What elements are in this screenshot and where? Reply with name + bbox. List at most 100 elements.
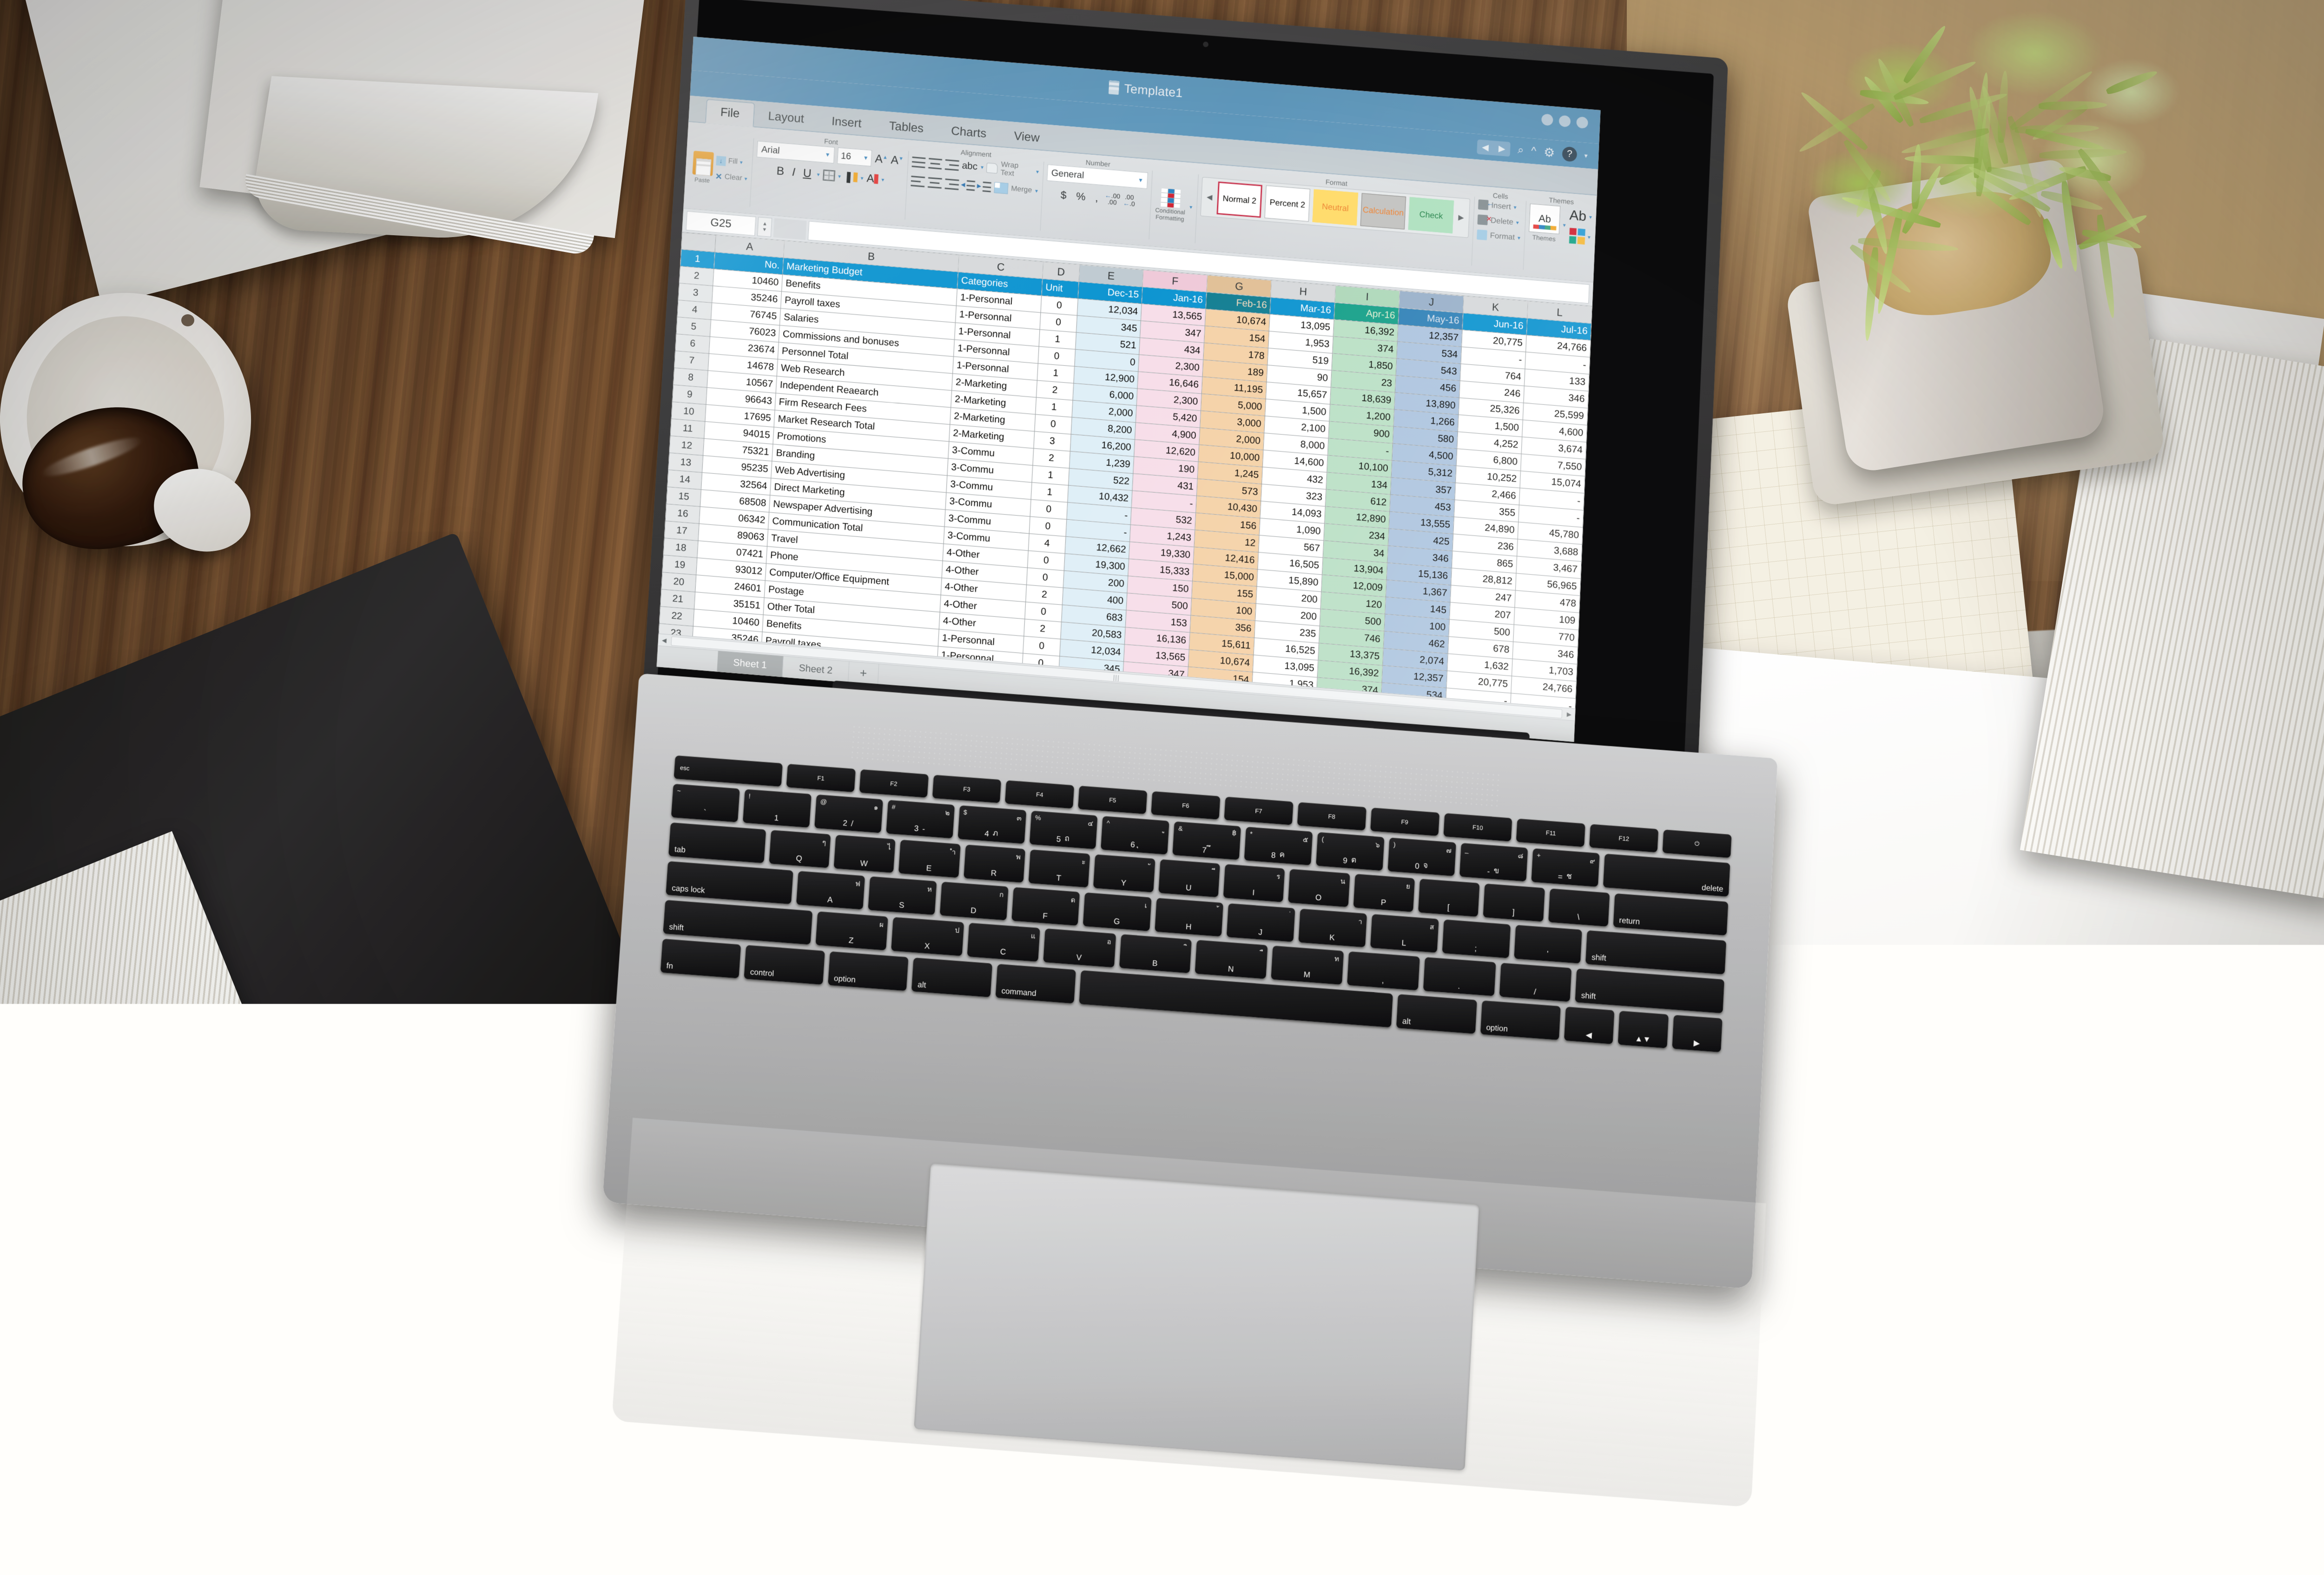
- clear-button[interactable]: ✕ Clear ▾: [715, 172, 747, 184]
- merge-cells-icon[interactable]: [994, 182, 1008, 194]
- increase-indent-button[interactable]: [977, 181, 991, 192]
- cell-D20[interactable]: 0: [1025, 602, 1062, 622]
- key-shift[interactable]: shift: [1575, 968, 1724, 1013]
- key-delete[interactable]: delete: [1603, 854, 1730, 897]
- cell-D2[interactable]: 0: [1041, 296, 1078, 316]
- style-percent-2[interactable]: Percent 2: [1265, 185, 1310, 222]
- key-return[interactable]: return: [1613, 893, 1729, 936]
- chevron-down-icon[interactable]: ▾: [1589, 213, 1592, 220]
- cell-D22[interactable]: 0: [1023, 636, 1060, 656]
- key-4[interactable]: $๓ 4 ภ: [957, 805, 1026, 844]
- cell-D17[interactable]: 0: [1028, 550, 1065, 570]
- chevron-down-icon[interactable]: ▾: [1036, 168, 1039, 175]
- cell-D21[interactable]: 2: [1024, 619, 1061, 639]
- key-f4[interactable]: F4: [1005, 780, 1074, 808]
- cell-D16[interactable]: 4: [1029, 534, 1066, 554]
- align-bottom-button[interactable]: [945, 159, 959, 171]
- window-controls[interactable]: [1541, 113, 1588, 129]
- name-box[interactable]: G25: [686, 211, 756, 236]
- close-button[interactable]: [1576, 116, 1588, 128]
- key-[interactable]: ]: [1483, 884, 1545, 922]
- cell-D11[interactable]: 2: [1033, 448, 1070, 468]
- style-normal-2[interactable]: Normal 2: [1217, 181, 1263, 218]
- number-format-select[interactable]: General ▼: [1047, 165, 1148, 189]
- key-y[interactable]: ั Y: [1093, 854, 1155, 893]
- currency-format-button[interactable]: $: [1057, 188, 1070, 202]
- key-d[interactable]: กD: [940, 882, 1009, 920]
- gear-icon[interactable]: ⚙: [1544, 145, 1555, 160]
- row-header[interactable]: 9: [673, 385, 707, 404]
- key-[interactable]: ,: [1347, 951, 1420, 990]
- row-header[interactable]: 19: [662, 555, 697, 575]
- minimize-button[interactable]: [1541, 113, 1553, 126]
- row-header[interactable]: 13: [668, 453, 703, 473]
- cell-D19[interactable]: 2: [1026, 585, 1063, 605]
- key-f12[interactable]: F12: [1589, 824, 1658, 853]
- row-header[interactable]: 1: [680, 249, 715, 269]
- key-f3[interactable]: F3: [932, 775, 1001, 803]
- key-[interactable]: _ ๘- ข: [1459, 843, 1528, 881]
- align-left-button[interactable]: [911, 175, 925, 187]
- key-x[interactable]: ปX: [891, 917, 964, 956]
- orientation-button[interactable]: abc: [962, 160, 978, 172]
- underline-button[interactable]: U: [800, 166, 814, 181]
- key-[interactable]: ;: [1442, 920, 1510, 958]
- row-header[interactable]: 7: [674, 351, 709, 371]
- cell-D18[interactable]: 0: [1027, 568, 1064, 588]
- tab-file[interactable]: File: [705, 99, 755, 127]
- align-middle-button[interactable]: [928, 158, 942, 169]
- cell-D4[interactable]: 1: [1039, 330, 1076, 350]
- decrease-font-size-button[interactable]: A▼: [891, 153, 904, 168]
- row-header[interactable]: 5: [676, 317, 711, 337]
- key-[interactable]: [: [1418, 879, 1480, 917]
- tab-view[interactable]: View: [999, 124, 1054, 151]
- cell-D9[interactable]: 0: [1035, 414, 1072, 434]
- key-k[interactable]: าK: [1298, 909, 1367, 947]
- key-u[interactable]: ี U: [1158, 859, 1220, 897]
- style-calculation[interactable]: Calculation: [1360, 193, 1406, 229]
- key-shift[interactable]: shift: [1585, 930, 1726, 974]
- theme-fonts-icon[interactable]: Ab: [1569, 207, 1587, 224]
- trackpad[interactable]: [914, 1164, 1479, 1471]
- key-option[interactable]: option: [1480, 1000, 1560, 1040]
- key-h[interactable]: ้ H: [1155, 898, 1224, 936]
- tab-insert[interactable]: Insert: [817, 109, 876, 136]
- style-check[interactable]: Check: [1408, 197, 1454, 233]
- key-f7[interactable]: F7: [1224, 797, 1293, 825]
- key-6[interactable]: ^ู 6ุ: [1101, 816, 1170, 854]
- key-c[interactable]: แC: [967, 923, 1040, 962]
- key-z[interactable]: ผZ: [815, 911, 888, 950]
- key-t[interactable]: ะT: [1028, 849, 1090, 887]
- decrease-indent-button[interactable]: [962, 180, 975, 191]
- row-header[interactable]: 11: [670, 419, 705, 439]
- help-icon[interactable]: ?: [1562, 146, 1577, 162]
- row-header[interactable]: 17: [664, 521, 699, 541]
- key-g[interactable]: เG: [1083, 893, 1152, 931]
- chevron-down-icon[interactable]: ▾: [838, 173, 841, 179]
- chevron-down-icon[interactable]: ▾: [739, 159, 743, 165]
- key-8[interactable]: * ๕ 8 ค: [1244, 827, 1313, 865]
- insert-cells-button[interactable]: Insert ▾: [1478, 199, 1522, 213]
- tab-charts[interactable]: Charts: [937, 119, 1001, 146]
- cell-D12[interactable]: 1: [1032, 465, 1069, 485]
- delete-cells-button[interactable]: Delete ▾: [1478, 214, 1521, 228]
- row-header[interactable]: 2: [679, 266, 714, 286]
- increase-font-size-button[interactable]: A▲: [875, 152, 888, 166]
- key-0[interactable]: ) ๗ 0 จ: [1388, 838, 1456, 876]
- key-l[interactable]: สL: [1370, 914, 1439, 953]
- key-capslock[interactable]: caps lock: [666, 861, 793, 904]
- align-top-button[interactable]: [911, 156, 925, 168]
- key-f6[interactable]: F6: [1151, 791, 1220, 820]
- row-header[interactable]: 21: [660, 589, 695, 609]
- tab-tables[interactable]: Tables: [875, 113, 938, 141]
- font-family-select[interactable]: Arial ▼: [757, 141, 835, 164]
- key-q[interactable]: ๆQ: [769, 830, 831, 868]
- key-[interactable]: ': [1514, 925, 1582, 963]
- cell-D5[interactable]: 0: [1038, 346, 1076, 366]
- key-s[interactable]: หS: [868, 876, 937, 915]
- name-box-stepper[interactable]: ▲ ▼: [757, 217, 772, 237]
- collapse-ribbon-icon[interactable]: ^: [1531, 145, 1537, 158]
- chevron-down-icon[interactable]: ▾: [1587, 234, 1591, 240]
- cell-D3[interactable]: 0: [1040, 312, 1077, 332]
- key-j[interactable]: ่ J: [1227, 903, 1295, 942]
